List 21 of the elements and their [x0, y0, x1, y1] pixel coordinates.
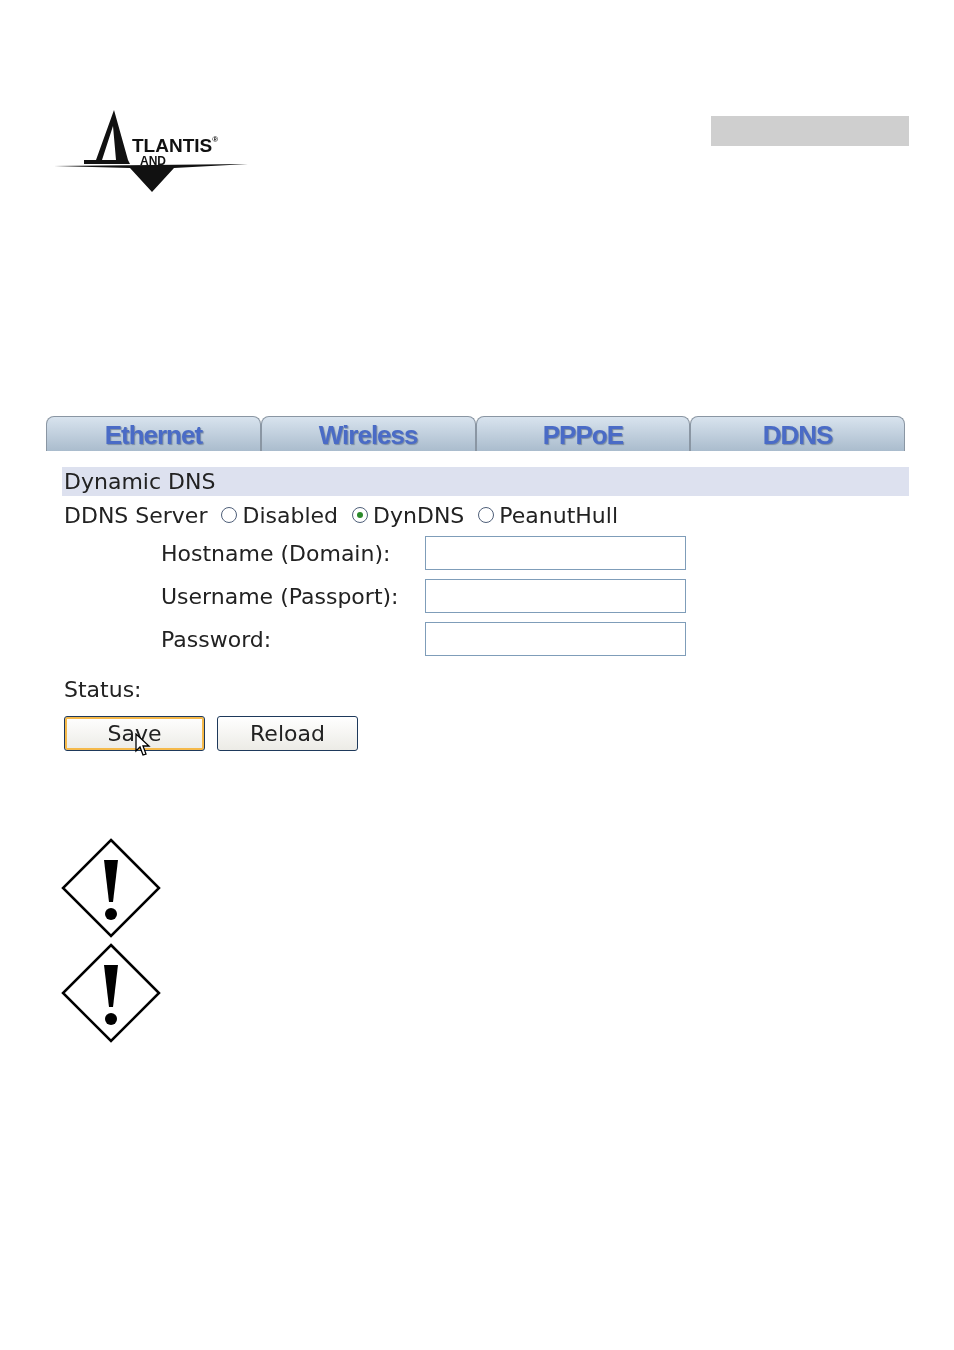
- field-label: DDNS Server: [64, 502, 208, 528]
- radio-option[interactable]: Disabled: [221, 502, 339, 528]
- radio-button[interactable]: [221, 507, 238, 523]
- radio-option[interactable]: DynDNS: [352, 502, 465, 528]
- field-label: Username (Passport):: [161, 583, 400, 609]
- input-field[interactable]: [425, 579, 686, 613]
- radio-button[interactable]: [478, 507, 495, 523]
- button[interactable]: Reload: [217, 716, 358, 751]
- status-label: Status:: [63, 676, 143, 704]
- logo-text: TLANTIS$^{®}$: [132, 136, 219, 155]
- radio-button[interactable]: [352, 507, 369, 523]
- field-label: Hostname (Domain):: [161, 540, 392, 566]
- warning-icon: [61, 838, 161, 938]
- input-field[interactable]: [425, 536, 686, 570]
- triangle-logo-icon: [84, 110, 130, 164]
- input-field[interactable]: [425, 622, 686, 656]
- radio-option[interactable]: PeanutHull: [478, 502, 619, 528]
- section-title: Dynamic DNS: [62, 467, 909, 496]
- field-label: Password:: [161, 626, 273, 652]
- logo-subtext: AND: [140, 155, 167, 167]
- warning-icon: [61, 943, 161, 1043]
